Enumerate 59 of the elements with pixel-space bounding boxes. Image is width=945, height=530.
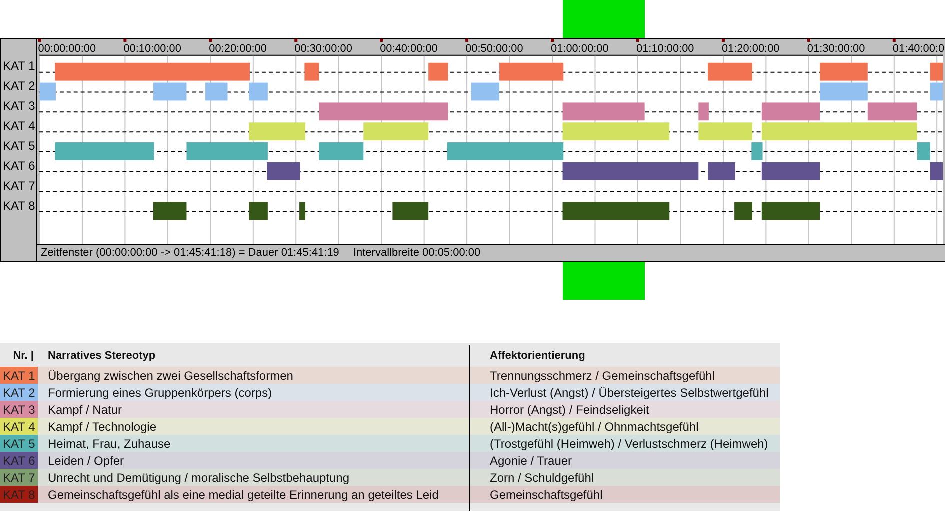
category-swatch: KAT 4	[0, 418, 38, 435]
category-swatch: KAT 3	[0, 401, 38, 418]
table-cell-text: Kampf / Technologie	[47, 420, 158, 434]
time-label: 00:40:00:00	[380, 42, 438, 55]
table-cell-text: Übergang zwischen zwei Gesellschaftsformen	[47, 368, 294, 383]
time-label: 00:20:00:00	[209, 42, 267, 55]
time-label: 01:40:00:0	[892, 42, 945, 55]
category-swatch: KAT 5	[0, 435, 38, 452]
time-label: 01:00:00:00	[551, 42, 609, 55]
table-cell-text: Formierung eines Gruppenkörpers (corps)	[47, 386, 274, 400]
tick-mark	[807, 39, 810, 42]
tick-mark	[636, 39, 640, 42]
track-label: KAT 7	[2, 178, 36, 195]
time-label: 01:30:00:00	[807, 42, 866, 55]
column-header: Nr. |	[12, 350, 35, 362]
column-header: Narratives Stereotyp	[47, 350, 157, 362]
tick-mark	[380, 39, 384, 42]
column-header: Affektorientierung	[490, 350, 586, 362]
category-swatch: KAT 2	[0, 384, 38, 401]
category-swatch: KAT 1	[0, 367, 38, 384]
track-label: KAT 1	[2, 58, 36, 75]
table-cell: Ich-Verlust (Angst) / Übersteigertes Selbstwertgefühl	[490, 386, 769, 400]
time-label: 01:20:00:00	[722, 42, 780, 55]
time-label: 01:10:00:00	[636, 42, 694, 55]
time-label: 00:00:00:00	[38, 42, 96, 55]
time-label: 00:50:00:00	[466, 42, 524, 55]
track-label: KAT 6	[2, 158, 36, 175]
tick-mark	[38, 39, 42, 42]
track-label: KAT 2	[2, 78, 36, 95]
table-cell-text: Kampf / Natur	[47, 402, 124, 417]
tick-mark	[551, 39, 554, 42]
category-swatch: KAT 7	[0, 469, 38, 486]
track-label: KAT 4	[2, 118, 36, 135]
category-swatch: KAT 8	[0, 486, 38, 503]
tick-mark	[892, 39, 896, 42]
track-label: KAT 5	[2, 138, 36, 155]
table-cell: (All-)Macht(s)gefühl / Ohnmachtsgefühl	[490, 420, 699, 434]
table-cell: Trennungsschmerz / Gemeinschaftsgefühl	[490, 368, 715, 383]
category-swatch: KAT 6	[0, 452, 38, 469]
table-cell-text: Unrecht und Demütigung / moralische Selbstbehauptung	[47, 470, 351, 485]
table-cell: Zorn / Schuldgefühl	[490, 470, 594, 485]
time-window-text: Zeitfenster (00:00:00:00 -> 01:45:41:18) = Dauer 01:45:41:19	[41, 247, 340, 260]
table-cell-text: Heimat, Frau, Zuhause	[47, 436, 172, 451]
table-cell: Gemeinschaftsgefühl	[490, 488, 603, 502]
table-cell: (Trostgefühl (Heimweh) / Verlustschmerz (Heimweh)	[490, 436, 768, 451]
table-cell: Horror (Angst) / Feindseligkeit	[490, 402, 650, 417]
table-cell-text: Leiden / Opfer	[47, 454, 126, 468]
time-label: 00:30:00:00	[294, 42, 352, 55]
interval-text: Intervallbreite 00:05:00:00	[353, 247, 481, 260]
tick-mark	[294, 39, 298, 42]
tick-mark	[466, 39, 469, 42]
tick-mark	[722, 39, 725, 42]
track-label: KAT 8	[2, 198, 36, 215]
table-cell-text: Gemeinschaftsgefühl als eine medial geteilte Erinnerung an geteiltes Leid	[47, 488, 440, 502]
table-cell: Agonie / Trauer	[490, 454, 572, 468]
tick-mark	[124, 39, 127, 42]
tick-mark	[209, 39, 212, 42]
time-label: 00:10:00:00	[124, 42, 182, 55]
track-label: KAT 3	[2, 98, 36, 115]
